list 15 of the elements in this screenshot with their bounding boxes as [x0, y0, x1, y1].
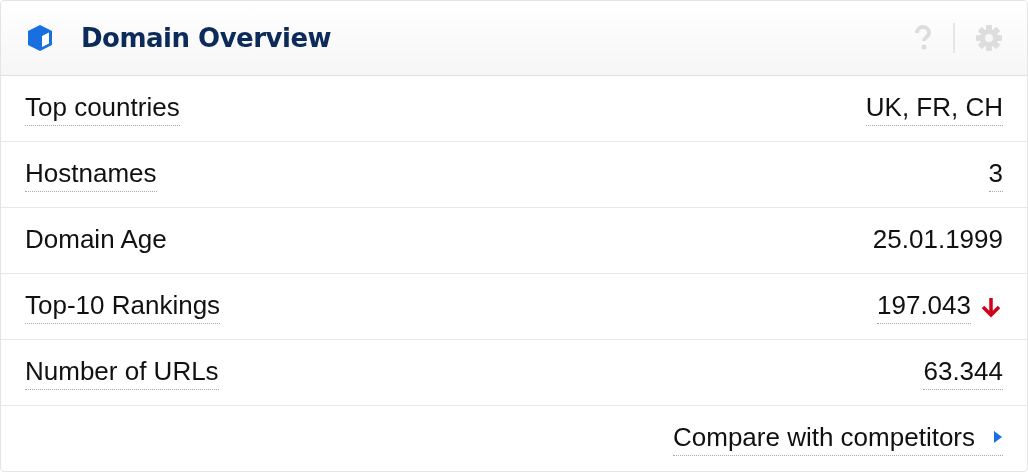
row-label: Top-10 Rankings [25, 289, 221, 324]
row-value: 63.344 [923, 355, 1003, 390]
row-label: Number of URLs [25, 355, 219, 390]
row-label: Top countries [25, 91, 180, 126]
row-label: Hostnames [25, 157, 157, 192]
widget-title: Domain Overview [81, 23, 333, 53]
row-value: 3 [988, 157, 1003, 192]
row-value: 197.043 [877, 289, 971, 324]
help-icon[interactable] [913, 25, 933, 51]
cube-icon [25, 23, 55, 53]
caret-icon [993, 430, 1003, 444]
row-value: UK, FR, CH [865, 91, 1003, 126]
row-label: Domain Age [25, 223, 167, 256]
row-value: 25.01.1999 [872, 223, 1003, 256]
compare-link[interactable]: Compare with competitors [673, 421, 1003, 456]
